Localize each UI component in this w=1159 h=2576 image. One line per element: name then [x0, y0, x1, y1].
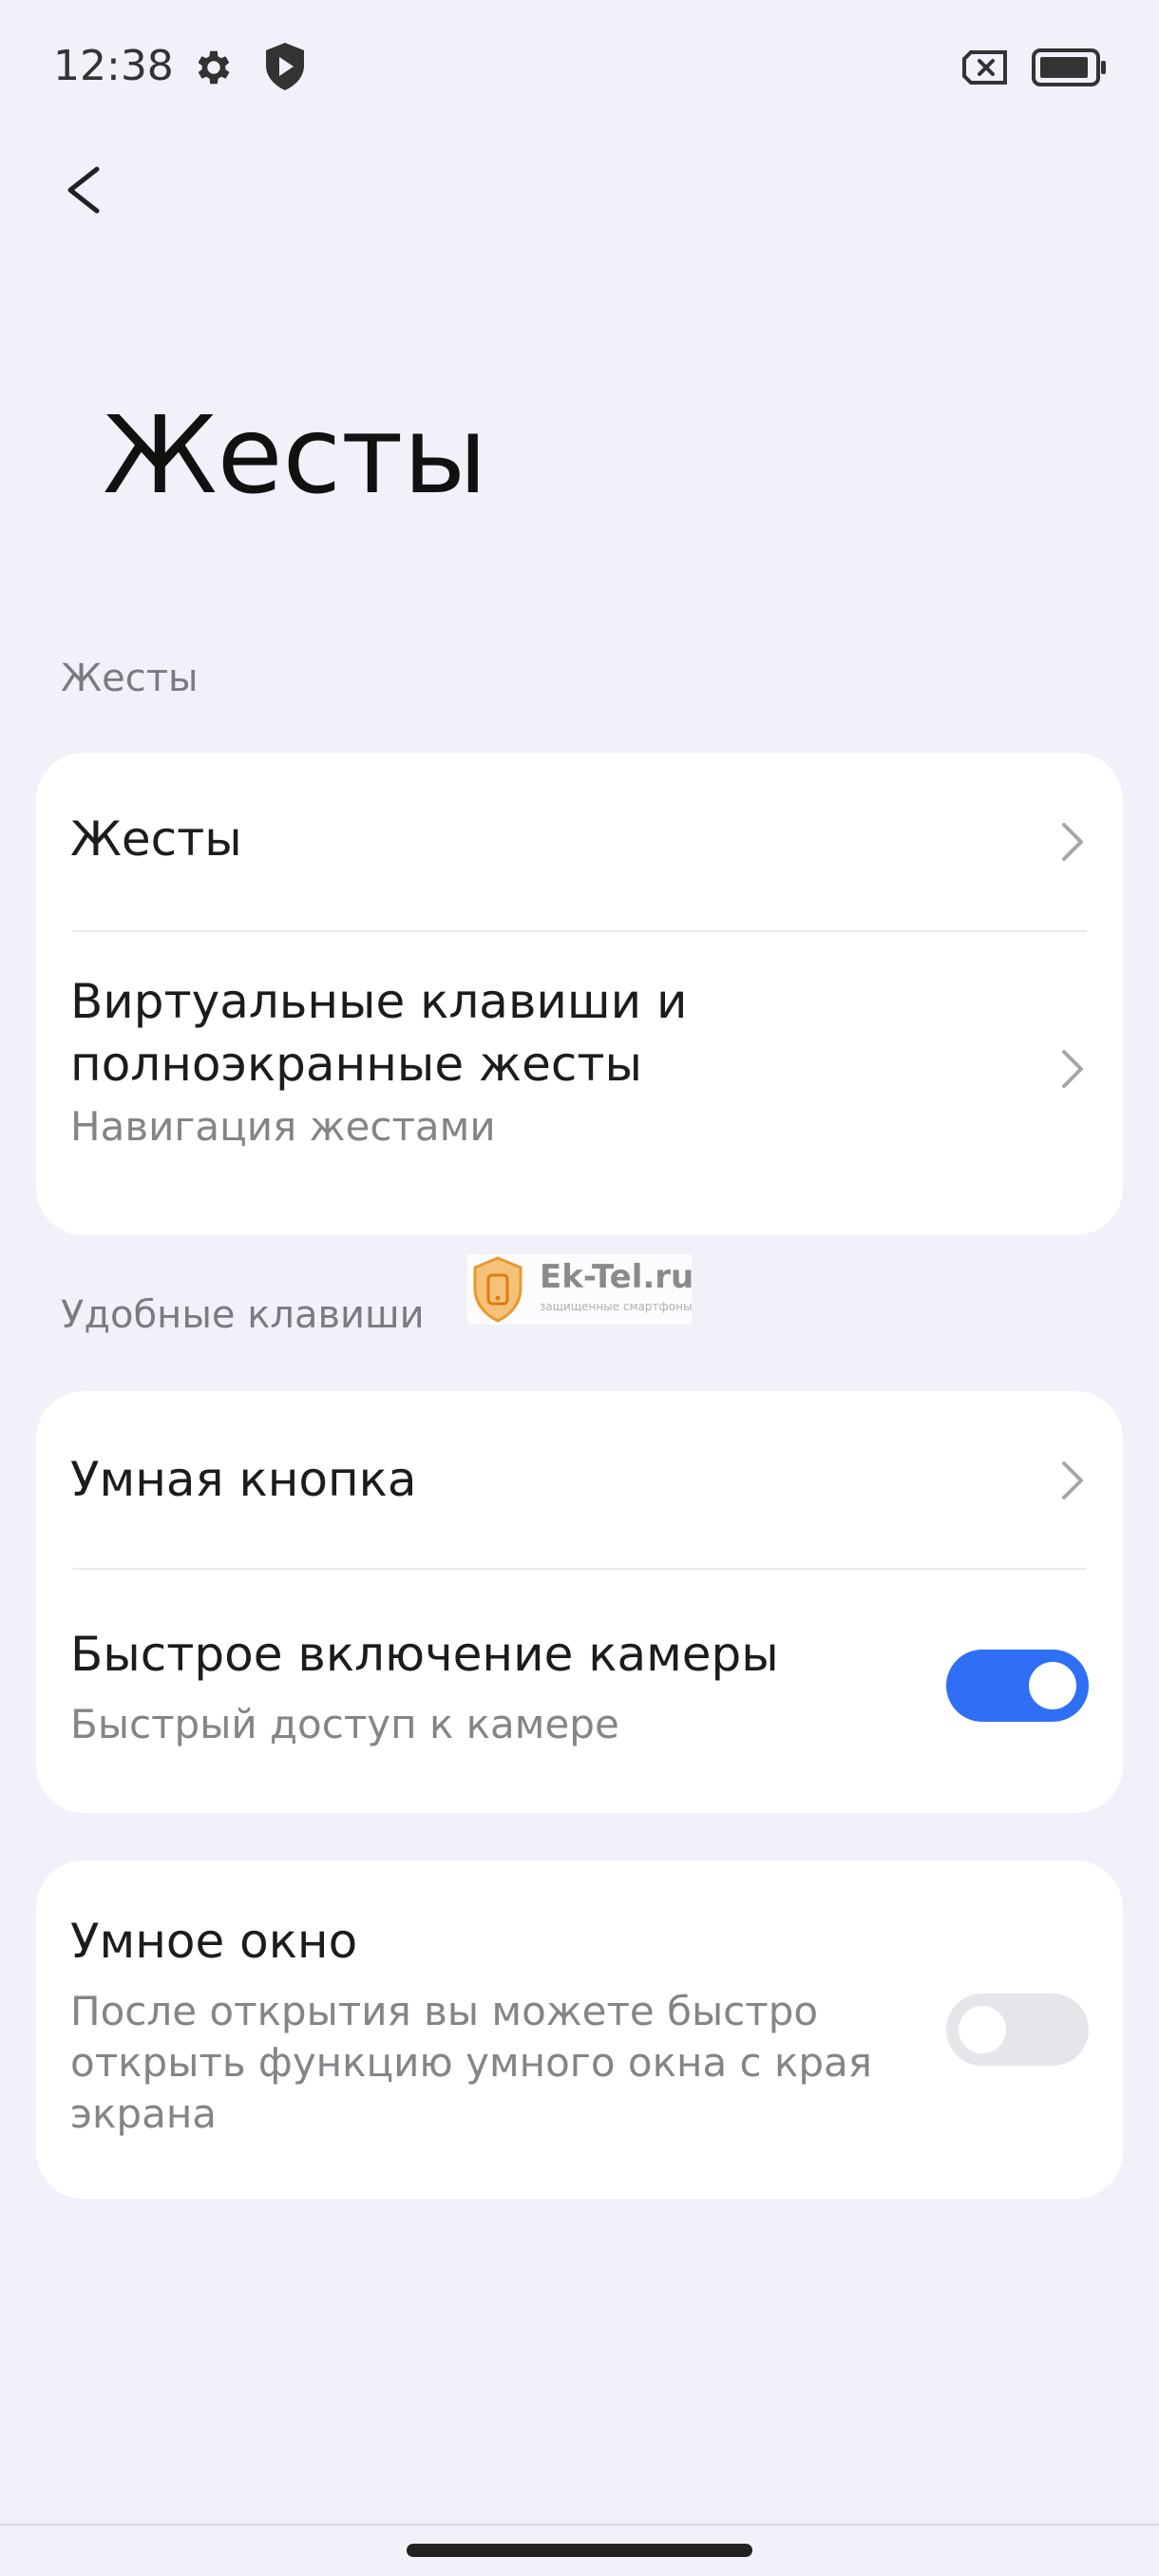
shield-logo-icon — [473, 1256, 522, 1323]
back-button[interactable] — [53, 152, 114, 228]
battery-icon — [1032, 48, 1106, 86]
home-indicator[interactable] — [407, 2544, 752, 2557]
settings-item-quick-camera[interactable]: Быстрое включение камеры Быстрый доступ … — [36, 1570, 1123, 1813]
settings-item-smart-window[interactable]: Умное окно После открытия вы можете быст… — [36, 1860, 1123, 2199]
settings-item-title: Жесты — [70, 811, 242, 867]
settings-item-gestures[interactable]: Жесты — [36, 753, 1123, 931]
settings-item-subtitle-line3: экрана — [70, 2090, 218, 2137]
settings-item-title-line2: полноэкранные жесты — [70, 1037, 642, 1092]
status-time: 12:38 — [53, 42, 174, 90]
sim-off-icon — [962, 50, 1007, 85]
settings-item-smart-button[interactable]: Умная кнопка — [36, 1391, 1123, 1568]
toggle-knob — [1029, 1662, 1076, 1709]
toggle-knob — [959, 2006, 1006, 2053]
settings-item-title: Умное окно — [70, 1914, 358, 1969]
navigation-divider — [0, 2524, 1159, 2526]
settings-item-title: Умная кнопка — [70, 1452, 417, 1507]
chevron-right-icon — [1062, 1461, 1083, 1499]
watermark-text: Ek-Tel.ru — [540, 1258, 694, 1296]
card-convenient-keys: Умная кнопка Быстрое включение камеры Бы… — [36, 1391, 1123, 1813]
card-gestures: Жесты Виртуальные клавиши и полноэкранны… — [36, 753, 1123, 1235]
section-label-gestures: Жесты — [61, 657, 199, 700]
settings-item-title: Быстрое включение камеры — [70, 1627, 779, 1682]
card-smart-window: Умное окно После открытия вы можете быст… — [36, 1860, 1123, 2199]
watermark-subtext: защищенные смартфоны — [540, 1300, 693, 1313]
settings-item-subtitle: Быстрый доступ к камере — [70, 1701, 619, 1747]
watermark-logo: Ek-Tel.ru защищенные смартфоны — [467, 1254, 694, 1325]
settings-item-subtitle: Навигация жестами — [70, 1103, 496, 1150]
chevron-right-icon — [1062, 823, 1083, 861]
quick-camera-toggle[interactable] — [946, 1650, 1089, 1722]
gear-icon — [198, 50, 230, 85]
shield-play-icon — [266, 43, 304, 90]
settings-item-virtual-keys[interactable]: Виртуальные клавиши и полноэкранные жест… — [36, 932, 1123, 1235]
chevron-right-icon — [1062, 1050, 1083, 1088]
smart-window-toggle[interactable] — [946, 1994, 1089, 2066]
page-title: Жесты — [103, 394, 487, 518]
settings-item-subtitle-line2: открыть функцию умного окна с края — [70, 2039, 872, 2086]
chevron-left-icon — [67, 166, 100, 214]
section-label-convenient-keys: Удобные клавиши — [61, 1293, 425, 1337]
settings-item-subtitle-line1: После открытия вы можете быстро — [70, 1988, 819, 2034]
settings-item-title-line1: Виртуальные клавиши и — [70, 974, 688, 1029]
